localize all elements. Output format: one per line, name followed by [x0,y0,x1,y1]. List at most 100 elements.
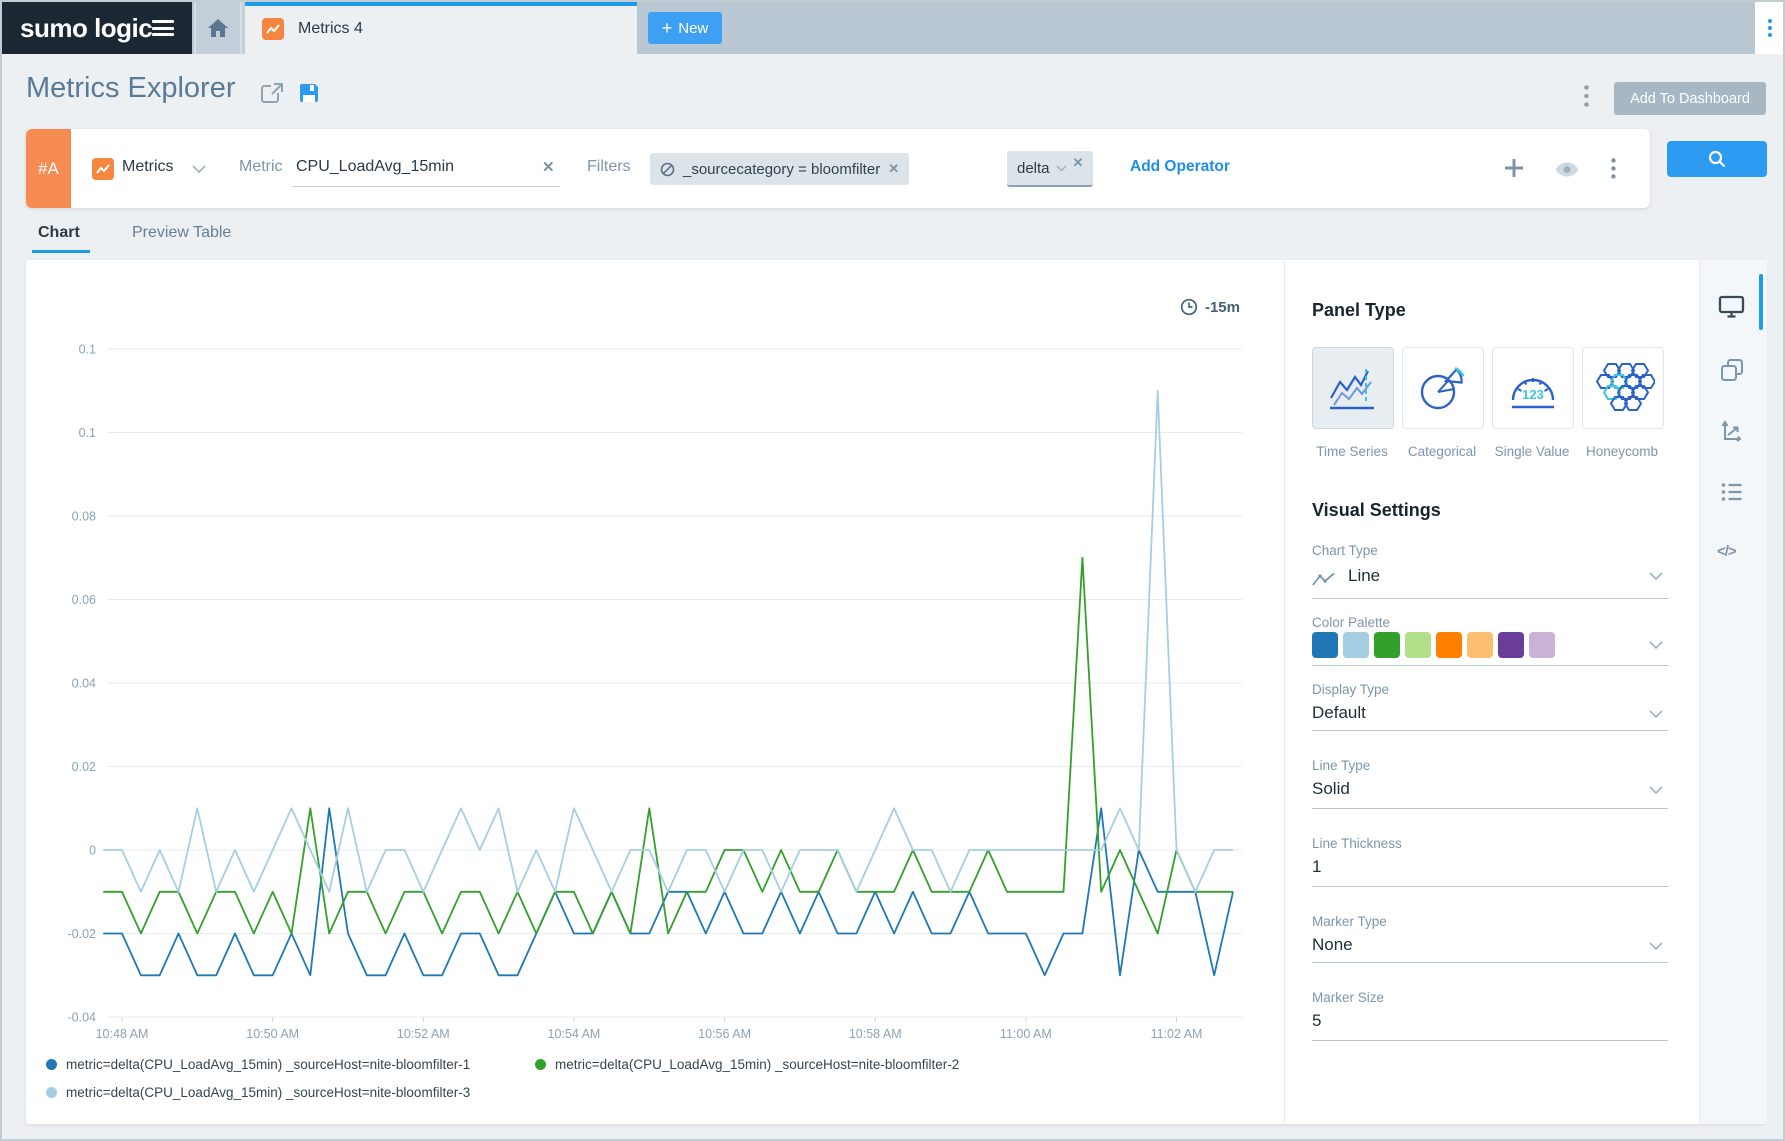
legend-label: metric=delta(CPU_LoadAvg_15min) _sourceH… [555,1057,959,1072]
chart-pane: 0.10.10.080.060.040.020-0.02-0.0410:48 A… [26,260,1284,1124]
honeycomb-icon [1591,363,1655,413]
legend-dot [46,1087,57,1098]
panel-type-label: Single Value [1488,444,1576,459]
add-to-dashboard-button[interactable]: Add To Dashboard [1614,82,1766,115]
remove-operator-icon[interactable]: ✕ [1073,155,1084,171]
metric-input-underline [292,186,560,187]
monitor-icon [1718,294,1745,319]
tab-metrics-4[interactable]: Metrics 4 [245,6,637,54]
clear-metric-icon[interactable]: ✕ [542,158,555,176]
filter-chip[interactable]: _sourcecategory = bloomfilter ✕ [650,153,909,185]
field-divider [1312,730,1668,731]
color-palette-label: Color Palette [1312,615,1390,630]
kebab-icon [1611,158,1616,179]
palette-swatch [1467,632,1493,658]
header-more-button[interactable] [1584,85,1589,107]
legend-item[interactable]: metric=delta(CPU_LoadAvg_15min) _sourceH… [46,1085,470,1100]
legend-dot [46,1059,57,1070]
operator-chip[interactable]: delta ✕ [1007,151,1093,187]
svg-text:0.1: 0.1 [79,426,96,440]
svg-text:123: 123 [1522,387,1544,402]
palette-swatch [1405,632,1431,658]
kebab-icon [1768,19,1772,37]
view-toolbar: </> [1699,260,1767,1124]
chart-type-label: Chart Type [1312,543,1378,558]
duplicate-icon [1720,358,1744,382]
active-tab-underline [32,250,90,253]
logo-text: sumo logic [20,13,152,44]
svg-text:10:58 AM: 10:58 AM [849,1027,902,1041]
save-icon [298,82,320,104]
tab-preview-table[interactable]: Preview Table [132,224,231,242]
panel-type-honeycomb[interactable] [1582,347,1664,429]
content-card: 0.10.10.080.060.040.020-0.02-0.0410:48 A… [26,260,1766,1124]
svg-text:0.08: 0.08 [72,510,96,524]
query-row-badge: #A [26,129,71,208]
categorical-icon [1418,365,1468,411]
field-divider [1312,962,1668,963]
svg-text:0: 0 [89,844,96,858]
color-palette-select[interactable] [1312,632,1555,658]
operator-label: delta [1017,160,1050,177]
metric-input[interactable]: CPU_LoadAvg_15min [296,158,454,176]
line-chart-icon [1312,572,1336,587]
svg-text:0.06: 0.06 [72,593,96,607]
chevron-down-icon[interactable] [1649,572,1663,580]
list-icon [1720,481,1744,503]
time-series-chart[interactable]: 0.10.10.080.060.040.020-0.02-0.0410:48 A… [26,260,1284,1124]
new-tab-button[interactable]: + New [648,12,722,44]
tab-label: Metrics 4 [298,20,363,38]
metrics-chart-icon [262,18,284,40]
chevron-down-icon[interactable] [1649,786,1663,794]
search-button[interactable] [1667,141,1767,177]
legend-list-button[interactable] [1720,481,1744,503]
chevron-down-icon[interactable] [1649,710,1663,718]
datasource-dropdown[interactable]: Metrics [122,158,174,176]
svg-text:-0.02: -0.02 [68,927,97,941]
hamburger-menu-icon[interactable] [152,20,174,36]
sumo-logic-logo[interactable]: sumo logic [2,2,192,54]
share-button[interactable] [260,82,284,104]
kebab-icon [1584,85,1589,107]
panel-type-label: Time Series [1308,444,1396,459]
panel-type-label: Categorical [1398,444,1486,459]
svg-text:10:48 AM: 10:48 AM [96,1027,149,1041]
query-row-more-button[interactable] [1611,158,1616,179]
marker-type-select[interactable]: None [1312,935,1353,955]
marker-size-input[interactable]: 5 [1312,1011,1321,1031]
chevron-down-icon[interactable] [1056,165,1067,172]
axes-view-button[interactable] [1720,420,1744,444]
add-operator-link[interactable]: Add Operator [1130,158,1230,176]
topbar-more-button[interactable] [1755,2,1785,54]
clock-icon [1180,298,1198,316]
duplicate-view-button[interactable] [1720,358,1744,382]
query-code-button[interactable]: </> [1717,543,1736,560]
tab-chart[interactable]: Chart [38,224,80,242]
time-range-control[interactable]: -15m [1180,298,1240,316]
save-button[interactable] [298,82,320,104]
search-icon [1707,149,1727,169]
legend-item[interactable]: metric=delta(CPU_LoadAvg_15min) _sourceH… [46,1057,470,1072]
toggle-visibility-button[interactable] [1554,161,1580,178]
legend-item[interactable]: metric=delta(CPU_LoadAvg_15min) _sourceH… [535,1057,959,1072]
line-thickness-input[interactable]: 1 [1312,857,1321,877]
chevron-down-icon[interactable] [192,165,206,173]
palette-swatch [1529,632,1555,658]
filters-label: Filters [587,158,631,176]
home-button[interactable] [194,2,240,54]
line-type-label: Line Type [1312,758,1370,773]
display-type-select[interactable]: Default [1312,703,1366,723]
svg-text:0.04: 0.04 [72,677,96,691]
panel-type-single-value[interactable]: 123 [1492,347,1574,429]
line-type-select[interactable]: Solid [1312,779,1350,799]
chart-type-select[interactable]: Line [1348,566,1380,586]
panel-type-label: Honeycomb [1578,444,1666,459]
remove-filter-icon[interactable]: ✕ [888,161,899,177]
panel-type-time-series[interactable] [1312,347,1394,429]
chevron-down-icon[interactable] [1649,641,1663,649]
metric-label: Metric [239,158,283,176]
chevron-down-icon[interactable] [1649,942,1663,950]
panel-view-button[interactable] [1718,294,1745,319]
panel-type-categorical[interactable] [1402,347,1484,429]
add-query-row-button[interactable] [1502,156,1526,180]
